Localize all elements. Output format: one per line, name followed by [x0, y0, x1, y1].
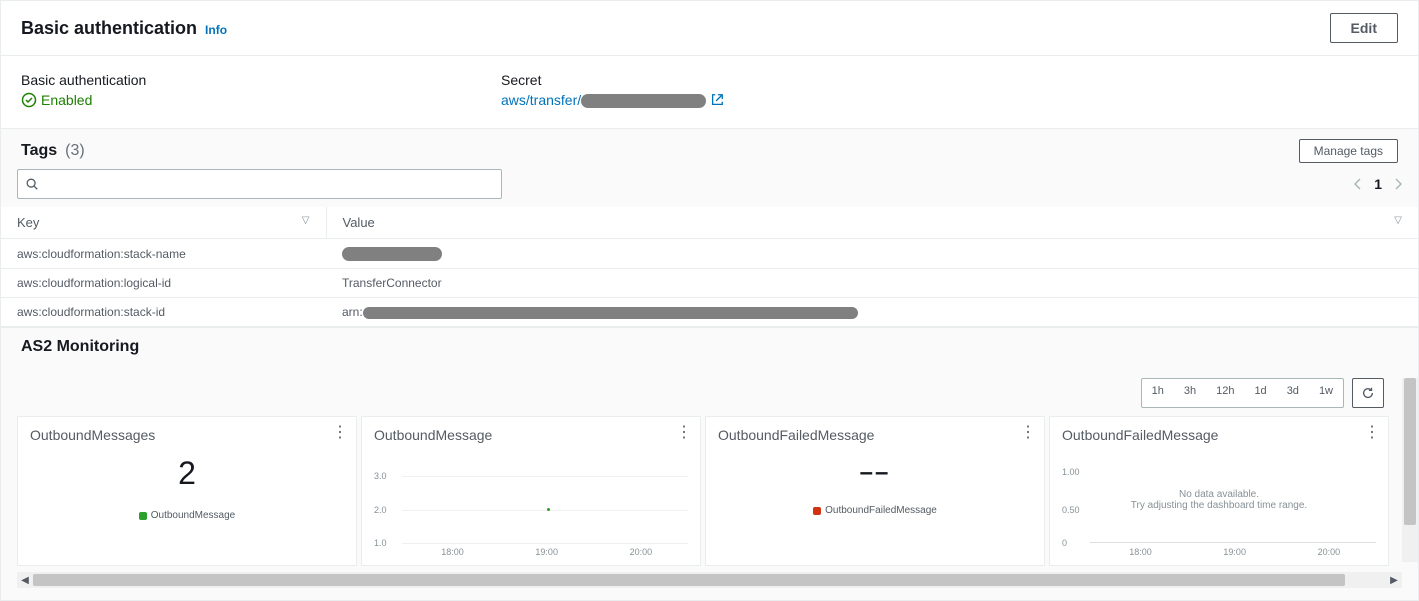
auth-status-col: Basic authentication Enabled	[21, 72, 501, 108]
basic-auth-body: Basic authentication Enabled Secret aws/…	[1, 56, 1418, 128]
data-point	[547, 508, 550, 511]
chart-legend: OutboundMessage	[30, 510, 344, 521]
auth-status-label: Basic authentication	[21, 72, 501, 88]
time-range-picker[interactable]: 1h 3h 12h 1d 3d 1w	[1141, 378, 1344, 408]
horizontal-scrollbar[interactable]: ◀ ▶	[17, 572, 1402, 588]
sort-icon[interactable]: ▽	[302, 215, 310, 226]
scroll-left-icon[interactable]: ◀	[17, 575, 33, 586]
basic-auth-title: Basic authentication	[21, 18, 197, 39]
tags-search-box	[17, 169, 502, 199]
sort-icon[interactable]: ▽	[1394, 215, 1402, 226]
range-1h[interactable]: 1h	[1142, 379, 1174, 407]
scroll-right-icon[interactable]: ▶	[1386, 575, 1402, 586]
monitoring-body: 1h 3h 12h 1d 3d 1w OutboundMessages	[1, 366, 1418, 600]
auth-secret-col: Secret aws/transfer/	[501, 72, 981, 108]
range-1d[interactable]: 1d	[1244, 379, 1276, 407]
legend-swatch-icon	[139, 512, 147, 520]
chart-legend: OutboundFailedMessage	[718, 505, 1032, 516]
chart-menu-icon[interactable]: ⋮	[1020, 425, 1036, 441]
tag-value	[326, 239, 1418, 269]
pager-current: 1	[1374, 176, 1382, 192]
manage-tags-button[interactable]: Manage tags	[1299, 139, 1398, 163]
chart-outbound-message-line: OutboundMessage ⋮ 3.0 2.0 1.0 18:00 19:0…	[361, 416, 701, 566]
no-data-message: No data available. Try adjusting the das…	[1131, 489, 1307, 511]
auth-status-value: Enabled	[21, 92, 501, 108]
col-key[interactable]: Key ▽	[1, 207, 326, 239]
charts-row: OutboundMessages ⋮ 2 OutboundMessage Out…	[17, 416, 1402, 566]
legend-label: OutboundFailedMessage	[825, 505, 937, 516]
check-circle-icon	[21, 92, 37, 108]
info-link[interactable]: Info	[205, 23, 227, 37]
tag-value: TransferConnector	[326, 269, 1418, 298]
range-3h[interactable]: 3h	[1174, 379, 1206, 407]
range-1w[interactable]: 1w	[1309, 379, 1343, 407]
basic-auth-panel: Basic authentication Info Edit Basic aut…	[0, 0, 1419, 129]
table-row: aws:cloudformation:logical-id TransferCo…	[1, 269, 1418, 298]
chart-menu-icon[interactable]: ⋮	[332, 425, 348, 441]
vertical-scrollbar[interactable]	[1402, 378, 1418, 562]
tags-count: (3)	[65, 142, 85, 160]
chart-outbound-failed-line: OutboundFailedMessage ⋮ 1.00 0.50 0 No d…	[1049, 416, 1389, 566]
legend-swatch-icon	[813, 507, 821, 515]
legend-label: OutboundMessage	[151, 510, 236, 521]
chart-menu-icon[interactable]: ⋮	[1364, 425, 1380, 441]
range-3d[interactable]: 3d	[1277, 379, 1309, 407]
redacted-secret-name	[581, 94, 706, 108]
table-row: aws:cloudformation:stack-name	[1, 239, 1418, 269]
monitoring-title: AS2 Monitoring	[1, 327, 1418, 366]
chart-outbound-messages-number: OutboundMessages ⋮ 2 OutboundMessage	[17, 416, 357, 566]
secret-link[interactable]: aws/transfer/	[501, 92, 706, 108]
basic-auth-header: Basic authentication Info Edit	[1, 1, 1418, 56]
refresh-icon	[1361, 386, 1375, 400]
tags-table: Key ▽ Value ▽ aws:cloudformation:stack-n…	[1, 207, 1418, 327]
refresh-button[interactable]	[1352, 378, 1384, 408]
time-toolbar: 1h 3h 12h 1d 3d 1w	[17, 378, 1402, 408]
chart-title: OutboundFailedMessage	[718, 427, 1032, 443]
chart-plot-area: 3.0 2.0 1.0 18:00 19:00 20:00	[374, 462, 688, 557]
tag-value: arn:	[326, 298, 1418, 327]
tags-header: Tags (3) Manage tags	[1, 129, 1418, 169]
col-value[interactable]: Value ▽	[326, 207, 1418, 239]
tags-search-row: 1	[1, 169, 1418, 207]
tag-key: aws:cloudformation:stack-name	[1, 239, 326, 269]
tag-key: aws:cloudformation:stack-id	[1, 298, 326, 327]
tag-key: aws:cloudformation:logical-id	[1, 269, 326, 298]
redacted-value	[363, 307, 858, 319]
chart-outbound-failed-number: OutboundFailedMessage ⋮ –– OutboundFaile…	[705, 416, 1045, 566]
chart-menu-icon[interactable]: ⋮	[676, 425, 692, 441]
chart-plot-area: 1.00 0.50 0 No data available. Try adjus…	[1062, 462, 1376, 557]
range-12h[interactable]: 12h	[1206, 379, 1244, 407]
pager-next-icon[interactable]	[1394, 178, 1402, 190]
tags-panel: Tags (3) Manage tags 1	[0, 129, 1419, 601]
search-icon	[25, 177, 39, 191]
chart-title: OutboundMessage	[374, 427, 688, 443]
chart-title: OutboundFailedMessage	[1062, 427, 1376, 443]
tags-search-input[interactable]	[17, 169, 502, 199]
chart-value: 2	[30, 455, 344, 492]
tags-title: Tags	[21, 142, 57, 160]
redacted-value	[342, 247, 442, 261]
tags-pager: 1	[1354, 176, 1402, 192]
pager-prev-icon[interactable]	[1354, 178, 1362, 190]
table-row: aws:cloudformation:stack-id arn:	[1, 298, 1418, 327]
chart-title: OutboundMessages	[30, 427, 344, 443]
external-link-icon[interactable]	[710, 93, 724, 107]
secret-label: Secret	[501, 72, 981, 88]
edit-button[interactable]: Edit	[1330, 13, 1398, 43]
secret-link-row: aws/transfer/	[501, 92, 981, 108]
chart-value: ––	[718, 459, 1032, 487]
auth-status-text: Enabled	[41, 92, 92, 108]
